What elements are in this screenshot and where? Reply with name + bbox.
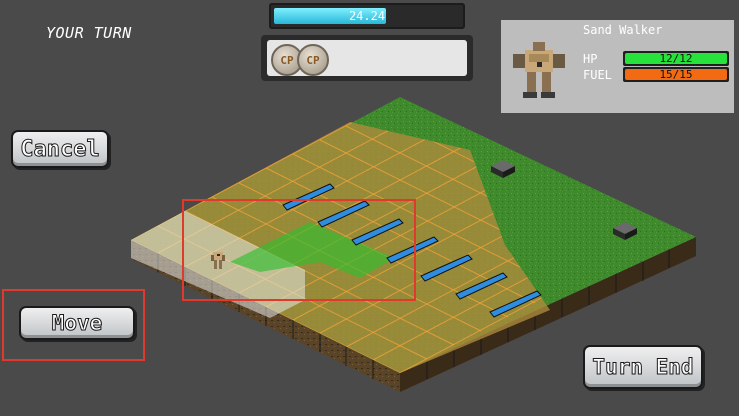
hp-bar: 12/12: [623, 51, 729, 66]
fuel-value: 15/15: [659, 68, 693, 81]
cancel-button[interactable]: Cancel: [11, 130, 109, 168]
command-point-coin: CP: [297, 44, 329, 76]
move-button[interactable]: Move: [19, 306, 135, 340]
turn-timer: 24.24: [269, 3, 465, 29]
hp-label: HP: [583, 52, 598, 66]
command-points-bar: CP CP: [261, 35, 473, 81]
unit-info-panel: Sand Walker HP 12/12 FUEL 15/15: [501, 20, 734, 113]
turn-timer-value: 24.24: [348, 9, 386, 23]
turn-end-button[interactable]: Turn End: [583, 345, 703, 389]
command-points-track: CP CP: [267, 40, 467, 76]
fuel-bar: 15/15: [623, 67, 729, 82]
hp-value: 12/12: [659, 52, 693, 65]
unit-name: Sand Walker: [583, 23, 663, 37]
mech-walker-icon: [513, 42, 565, 98]
fuel-label: FUEL: [583, 68, 612, 82]
turn-indicator: YOUR TURN: [46, 24, 132, 42]
